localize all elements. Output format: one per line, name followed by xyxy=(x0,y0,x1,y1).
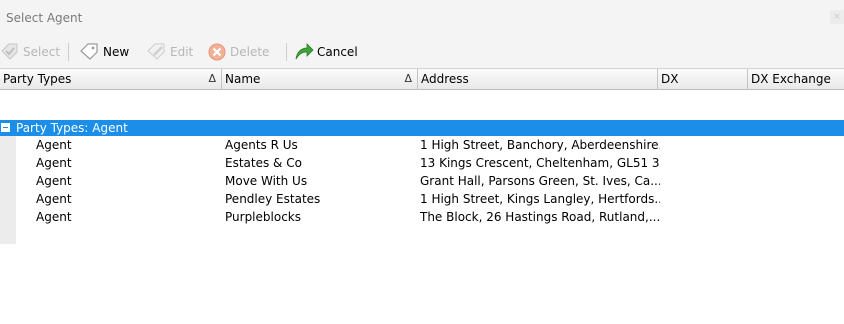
column-header-label: Address xyxy=(421,72,469,86)
cancel-button-label: Cancel xyxy=(317,45,358,59)
cell-party-type: Agent xyxy=(36,138,72,152)
select-button[interactable]: Select xyxy=(0,40,60,64)
table-row[interactable]: Agent Move With Us Grant Hall, Parsons G… xyxy=(16,172,844,190)
toolbar-separator xyxy=(68,43,69,61)
cell-address: 1 High Street, Kings Langley, Hertfords.… xyxy=(420,192,660,206)
column-header-address[interactable]: Address xyxy=(418,69,658,89)
select-icon xyxy=(0,42,20,62)
column-header-name[interactable]: Name Δ xyxy=(222,69,418,89)
cell-address: 13 Kings Crescent, Cheltenham, GL51 3... xyxy=(420,156,660,170)
grid-header: Party Types Δ Name Δ Address DX DX Excha… xyxy=(0,68,844,90)
close-icon[interactable]: × xyxy=(830,10,844,24)
cell-party-type: Agent xyxy=(36,192,72,206)
table-row[interactable]: Agent Purpleblocks The Block, 26 Hasting… xyxy=(16,208,844,226)
cell-address: 1 High Street, Banchory, Aberdeenshire..… xyxy=(420,138,660,152)
new-button[interactable]: New xyxy=(80,40,129,64)
cell-name: Move With Us xyxy=(225,174,308,188)
column-header-label: Party Types xyxy=(3,72,72,86)
column-header-dx[interactable]: DX xyxy=(658,69,748,89)
group-row-agent[interactable]: Party Types: Agent xyxy=(0,120,844,136)
cell-party-type: Agent xyxy=(36,174,72,188)
sort-ascending-icon: Δ xyxy=(404,72,412,85)
cancel-icon xyxy=(294,42,314,62)
sort-ascending-icon: Δ xyxy=(208,72,216,85)
delete-button-label: Delete xyxy=(230,45,270,59)
edit-icon xyxy=(147,42,167,62)
cell-address: The Block, 26 Hastings Road, Rutland,... xyxy=(420,210,660,224)
cancel-button[interactable]: Cancel xyxy=(294,40,358,64)
new-button-label: New xyxy=(103,45,130,59)
window-title: Select Agent xyxy=(6,11,83,25)
table-row[interactable]: Agent Estates & Co 13 Kings Crescent, Ch… xyxy=(16,154,844,172)
new-icon xyxy=(80,42,100,62)
group-label: Party Types: Agent xyxy=(16,121,128,135)
delete-icon xyxy=(207,42,227,62)
toolbar: Select New Edit Delete Cancel xyxy=(0,36,844,68)
group-indent xyxy=(0,136,16,244)
column-header-label: DX xyxy=(661,72,679,86)
column-header-label: Name xyxy=(225,72,261,86)
edit-button-label: Edit xyxy=(170,45,194,59)
table-row[interactable]: Agent Pendley Estates 1 High Street, Kin… xyxy=(16,190,844,208)
delete-button[interactable]: Delete xyxy=(207,40,269,64)
cell-name: Pendley Estates xyxy=(225,192,321,206)
table-row[interactable]: Agent Agents R Us 1 High Street, Banchor… xyxy=(16,136,844,154)
collapse-icon[interactable] xyxy=(1,123,10,132)
cell-address: Grant Hall, Parsons Green, St. Ives, Ca.… xyxy=(420,174,660,188)
edit-button[interactable]: Edit xyxy=(147,40,193,64)
select-button-label: Select xyxy=(23,45,61,59)
cell-name: Purpleblocks xyxy=(225,210,301,224)
title-bar: Select Agent × xyxy=(0,0,844,36)
cell-party-type: Agent xyxy=(36,156,72,170)
cell-name: Agents R Us xyxy=(225,138,298,152)
cell-party-type: Agent xyxy=(36,210,72,224)
column-header-dx-exchange[interactable]: DX Exchange xyxy=(748,69,844,89)
column-header-label: DX Exchange xyxy=(751,72,831,86)
column-header-party-types[interactable]: Party Types Δ xyxy=(0,69,222,89)
toolbar-separator xyxy=(286,43,287,61)
cell-name: Estates & Co xyxy=(225,156,302,170)
